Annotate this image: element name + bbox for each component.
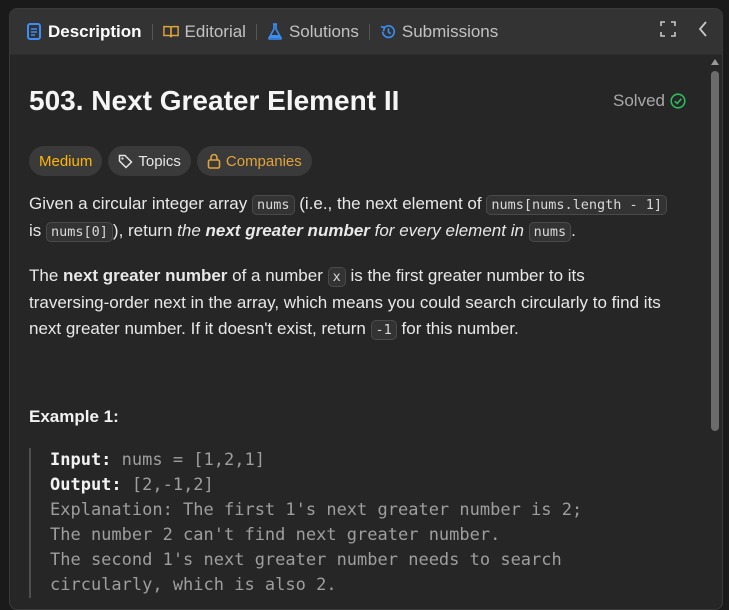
explanation-line: circularly, which is also 2. [50,575,337,595]
description-paragraph-2: The next greater number of a number x is… [29,263,669,343]
scroll-up-arrow[interactable] [711,59,719,65]
companies-label: Companies [225,152,302,170]
example-output-line: Output: [2,-1,2] [50,473,710,498]
page-title[interactable]: 503. Next Greater Element II [29,85,399,117]
toolbar-right [660,21,708,42]
description-icon [26,23,42,40]
example-input-line: Input: nums = [1,2,1] [50,448,710,473]
text: for every element in [369,221,524,240]
inline-code: nums[0] [46,222,113,242]
tag-row: Medium Topics Companies [29,146,312,176]
tab-label: Description [48,21,142,41]
explanation-line: Explanation: The first 1's next greater … [50,500,583,520]
tab-divider [255,23,257,40]
output-label: Output: [50,475,122,495]
topics-label: Topics [138,152,181,170]
difficulty-badge: Medium [29,146,103,176]
explanation-line: The second 1's next greater number needs… [50,550,562,570]
tag-icon [119,154,133,169]
text: is [29,221,46,240]
text: . [571,221,576,240]
input-label: Input: [50,450,112,470]
tab-solutions[interactable]: Solutions [263,22,363,42]
tab-description[interactable]: Description [22,22,146,42]
title-row: 503. Next Greater Element II Solved [29,85,686,117]
tab-bar: Description Editorial Solutions Submissi… [10,9,722,55]
solved-status: Solved [613,91,686,111]
output-value: [2,-1,2] [121,475,214,495]
inline-code: nums [251,195,295,215]
scrollbar-thumb[interactable] [711,71,719,431]
tab-label: Solutions [288,21,359,41]
emphasis: the next greater number for every elemen… [177,221,524,240]
companies-button[interactable]: Companies [196,146,312,176]
text: ), return [112,221,178,240]
example-title: Example 1: [29,407,119,426]
tab-divider [151,23,153,40]
tab-submissions[interactable]: Submissions [376,22,502,42]
description-content: 503. Next Greater Element II Solved Medi… [10,55,708,609]
text: (i.e., the next element of [294,194,487,213]
tab-divider [368,23,370,40]
tab-label: Submissions [401,21,499,41]
flask-icon [267,23,283,40]
text: the [177,221,206,240]
text: of a number [227,266,328,285]
description-paragraph-1: Given a circular integer array nums (i.e… [29,191,669,245]
chevron-left-icon[interactable] [698,21,708,42]
inline-code: nums[nums.length - 1] [486,195,668,215]
text: Given a circular integer array [29,194,252,213]
strong-text: next greater number [205,221,370,240]
problem-panel: Description Editorial Solutions Submissi… [9,8,723,610]
tab-editorial[interactable]: Editorial [159,22,250,42]
explanation-line: The number 2 can't find next greater num… [50,525,501,545]
text: The [29,266,64,285]
solved-label: Solved [613,91,665,110]
tab-label: Editorial [184,21,246,41]
inline-code: nums [528,222,572,242]
lock-icon [207,153,221,169]
inline-code: -1 [370,320,397,340]
text [524,221,529,240]
inline-code: x [327,267,346,287]
input-value: nums = [1,2,1] [111,450,265,470]
book-icon [162,23,179,40]
text: for this number. [396,319,519,338]
topics-button[interactable]: Topics [108,146,191,176]
history-icon [380,23,396,40]
check-circle-icon [670,93,686,109]
expand-icon[interactable] [660,21,676,42]
strong-text: next greater number [63,266,228,285]
example-block: Input: nums = [1,2,1] Output: [2,-1,2] E… [29,448,710,598]
